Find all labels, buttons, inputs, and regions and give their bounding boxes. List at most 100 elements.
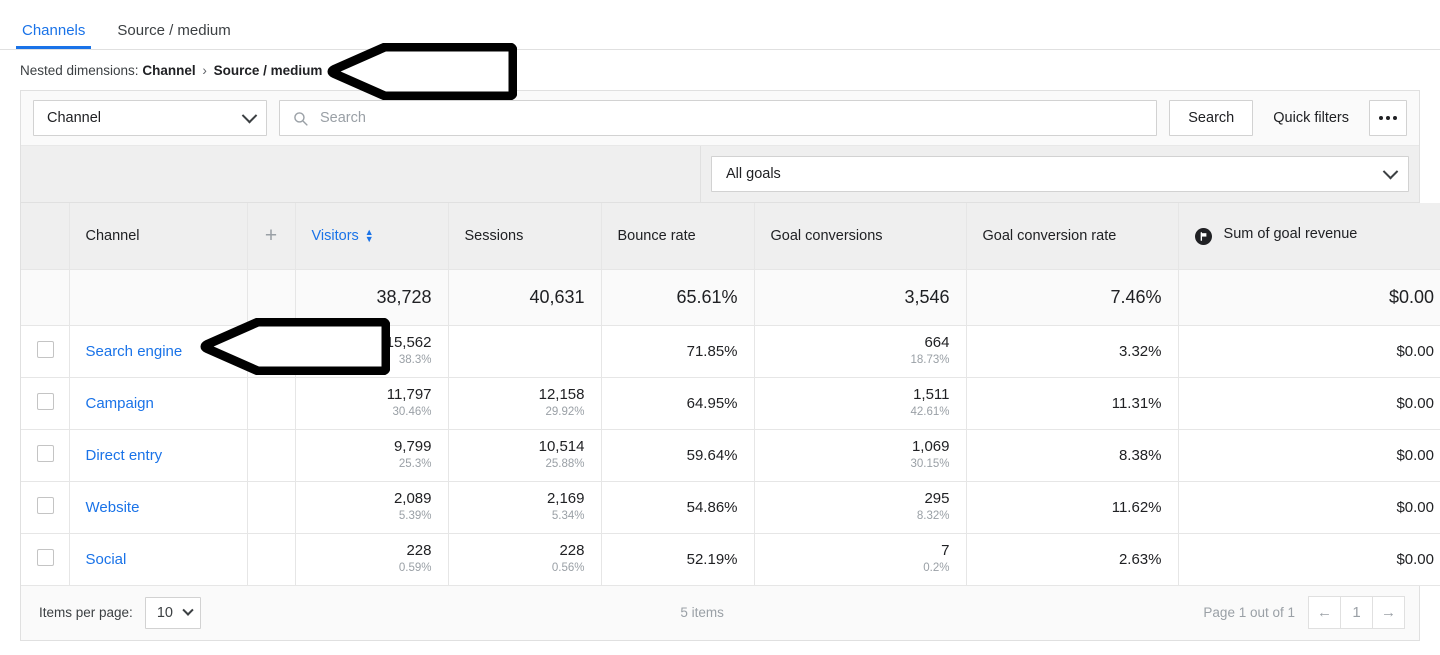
column-goal-conversion-rate[interactable]: Goal conversion rate [966,203,1179,270]
items-per-page-select[interactable]: 10 [144,596,201,629]
table-totals-row: 38,728 40,631 65.61% 3,546 7.46% $0.00 [21,269,1440,326]
row-dimension-cell: Search engine [69,325,248,378]
previous-page-button[interactable]: ← [1308,596,1341,629]
column-goal-conversion-rate-label: Goal conversion rate [982,227,1117,244]
cell-goal-conversions: 1,511 42.61% [754,377,967,430]
row-checkbox[interactable] [37,340,54,358]
totals-plus-cell [246,269,296,326]
cell-goal-revenue: $0.00 [1178,377,1440,430]
cell-goal-conversions-pct: 8.32% [916,509,950,522]
row-checkbox-cell[interactable] [21,377,70,430]
cell-sessions-value: 2,169 [546,490,585,508]
nested-dimensions-label: Nested dimensions: [20,63,139,78]
channel-link[interactable]: Campaign [86,395,154,412]
cell-sessions-pct: 25.88% [545,457,585,470]
column-select-all [21,203,70,270]
cell-goal-conversions-value: 664 [924,334,950,352]
tab-channels[interactable]: Channels [15,22,92,49]
cell-sessions-value: 228 [559,542,585,560]
table-row: Direct entry 9,799 25.3% 10,514 25.88% 5… [21,429,1440,482]
channel-link[interactable]: Website [86,499,140,516]
cell-visitors: 228 0.59% [295,533,449,586]
items-per-page-label: Items per page: [39,605,133,620]
row-plus-cell [246,533,296,586]
chevron-down-icon [182,604,194,616]
cell-visitors: 9,799 25.3% [295,429,449,482]
add-dimension-button[interactable]: + [246,203,296,270]
cell-visitors: 15,562 38.3% [295,325,449,378]
column-goal-conversions[interactable]: Goal conversions [754,203,967,270]
column-bounce-rate[interactable]: Bounce rate [601,203,755,270]
chevron-down-icon [241,107,258,123]
table-row: Website 2,089 5.39% 2,169 5.34% 54.86% 2… [21,481,1440,534]
report-toolbar: Channel Search Quick filters [21,91,1419,146]
column-visitors[interactable]: Visitors ▲ ▼ [295,203,449,270]
tab-source-medium[interactable]: Source / medium [115,23,232,49]
nested-dimensions-breadcrumb: Nested dimensions: Channel › Source / me… [0,50,1440,78]
row-checkbox-cell[interactable] [21,325,70,378]
row-checkbox[interactable] [37,496,54,514]
cell-goal-revenue: $0.00 [1178,325,1440,378]
cell-sessions [448,325,602,378]
quick-filters-button[interactable]: Quick filters [1267,100,1355,136]
row-checkbox-cell[interactable] [21,481,70,534]
column-goal-conversions-label: Goal conversions [770,227,883,244]
cell-visitors-pct: 25.3% [398,457,432,470]
channel-link[interactable]: Social [86,551,127,568]
row-checkbox[interactable] [37,548,54,566]
cell-visitors: 2,089 5.39% [295,481,449,534]
goals-select-value: All goals [726,166,781,182]
totals-goal-conversions: 3,546 [754,269,967,326]
cell-goal-conversions-value: 295 [924,490,950,508]
column-sessions[interactable]: Sessions [448,203,602,270]
items-count: 5 items [680,605,724,620]
cell-goal-conversion-rate: 2.63% [966,533,1179,586]
row-checkbox[interactable] [37,392,54,410]
search-input[interactable] [318,109,1145,127]
column-visitors-label: Visitors [311,227,359,244]
cell-goal-revenue: $0.00 [1178,429,1440,482]
cell-visitors-value: 9,799 [393,438,432,456]
cell-goal-conversions-value: 1,069 [911,438,950,456]
column-channel[interactable]: Channel [69,203,248,270]
more-options-button[interactable] [1369,100,1407,136]
column-sum-of-goal-revenue[interactable]: Sum of goal revenue [1178,203,1440,270]
cell-sessions-value: 10,514 [538,438,585,456]
cell-sessions: 228 0.56% [448,533,602,586]
row-plus-cell [246,325,296,378]
row-checkbox-cell[interactable] [21,533,70,586]
cell-goal-revenue: $0.00 [1178,533,1440,586]
table-row: Search engine 15,562 38.3% 71.85% 664 18… [21,325,1440,378]
page-indicator: Page 1 out of 1 [1203,605,1295,620]
goals-filter-bar: All goals [21,146,1419,203]
row-checkbox[interactable] [37,444,54,462]
cell-visitors-pct: 38.3% [398,353,432,366]
breadcrumb-level-1[interactable]: Channel [142,63,195,78]
cell-goal-conversions-value: 7 [941,542,950,560]
search-button[interactable]: Search [1169,100,1254,136]
tab-source-medium-label: Source / medium [117,22,231,39]
dimension-select[interactable]: Channel [33,100,267,136]
cell-sessions: 2,169 5.34% [448,481,602,534]
cell-goal-conversions: 1,069 30.15% [754,429,967,482]
search-field-wrapper[interactable] [279,100,1158,136]
current-page-button[interactable]: 1 [1340,596,1373,629]
cell-goal-conversions-value: 1,511 [913,386,950,404]
cell-goal-conversions: 7 0.2% [754,533,967,586]
goals-select[interactable]: All goals [711,156,1409,192]
tab-channels-label: Channels [22,22,86,39]
row-dimension-cell: Direct entry [69,429,248,482]
cell-visitors-value: 228 [406,542,432,560]
cell-visitors-pct: 30.46% [392,405,432,418]
next-page-button[interactable]: → [1372,596,1405,629]
dot-icon [1379,116,1383,120]
cell-goal-conversions-pct: 42.61% [910,405,950,418]
breadcrumb-level-2[interactable]: Source / medium [214,63,323,78]
dot-icon [1386,116,1390,120]
cell-bounce-rate: 52.19% [601,533,755,586]
channel-link[interactable]: Direct entry [86,447,163,464]
row-checkbox-cell[interactable] [21,429,70,482]
items-per-page-value: 10 [156,604,173,621]
column-sessions-label: Sessions [464,227,524,244]
channel-link[interactable]: Search engine [86,343,183,360]
